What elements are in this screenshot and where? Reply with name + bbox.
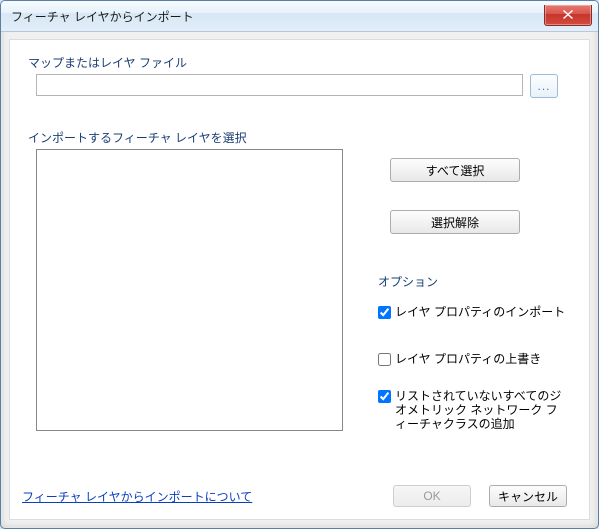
clear-selection-button[interactable]: 選択解除 <box>390 210 520 234</box>
dialog-window: フィーチャ レイヤからインポート マップまたはレイヤ ファイル ... インポー… <box>0 0 599 529</box>
overwrite-properties-label[interactable]: レイヤ プロパティの上書き <box>395 352 541 366</box>
browse-button[interactable]: ... <box>530 74 558 98</box>
import-properties-checkbox[interactable] <box>378 306 391 319</box>
option-overwrite-properties: レイヤ プロパティの上書き <box>378 352 541 366</box>
ok-button: OK <box>393 485 471 507</box>
add-unlisted-network-checkbox[interactable] <box>378 390 391 403</box>
layer-listbox[interactable] <box>36 149 343 431</box>
overwrite-properties-checkbox[interactable] <box>378 353 391 366</box>
select-all-button[interactable]: すべて選択 <box>390 158 520 182</box>
options-label: オプション <box>378 273 438 290</box>
option-add-unlisted-network: リストされていないすべてのジオメトリック ネットワーク フィーチャクラスの追加 <box>378 389 568 431</box>
map-file-input[interactable] <box>36 74 523 96</box>
close-icon <box>563 10 573 19</box>
close-button[interactable] <box>544 5 592 26</box>
add-unlisted-network-label[interactable]: リストされていないすべてのジオメトリック ネットワーク フィーチャクラスの追加 <box>395 389 568 431</box>
map-file-label: マップまたはレイヤ ファイル <box>28 54 187 71</box>
cancel-button[interactable]: キャンセル <box>489 485 567 507</box>
select-layers-label: インポートするフィーチャ レイヤを選択 <box>28 129 247 146</box>
option-import-properties: レイヤ プロパティのインポート <box>378 305 565 319</box>
import-properties-label[interactable]: レイヤ プロパティのインポート <box>395 305 565 319</box>
help-link[interactable]: フィーチャ レイヤからインポートについて <box>22 488 252 505</box>
client-area: マップまたはレイヤ ファイル ... インポートするフィーチャ レイヤを選択 す… <box>9 39 590 520</box>
ellipsis-icon: ... <box>537 79 550 93</box>
window-title: フィーチャ レイヤからインポート <box>11 8 194 25</box>
title-bar: フィーチャ レイヤからインポート <box>1 1 598 32</box>
